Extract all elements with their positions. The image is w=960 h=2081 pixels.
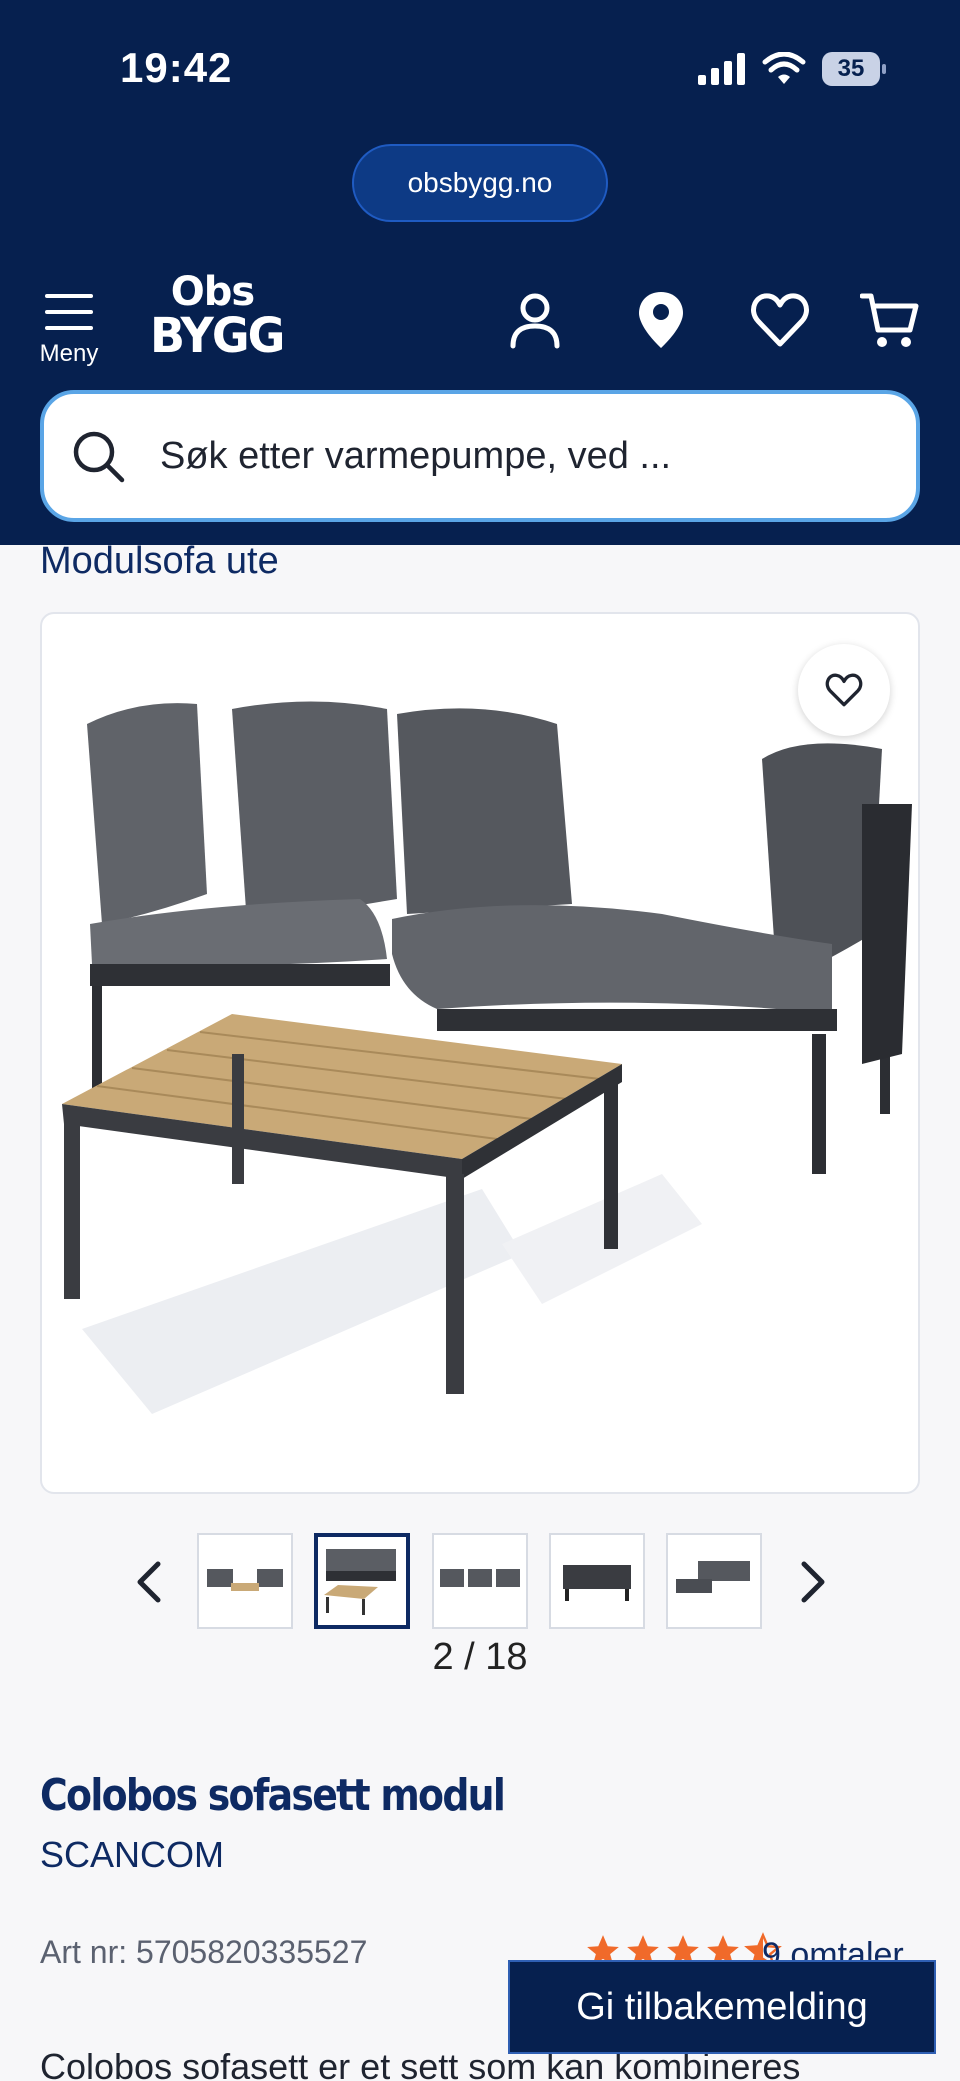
product-image-gallery[interactable] bbox=[40, 612, 920, 1494]
feedback-button[interactable]: Gi tilbakemelding bbox=[508, 1960, 936, 2054]
thumbnail-3[interactable] bbox=[432, 1533, 528, 1629]
user-icon[interactable] bbox=[505, 290, 565, 350]
article-number: Art nr: 5705820335527 bbox=[40, 1934, 368, 1970]
cart-icon[interactable] bbox=[860, 290, 920, 350]
thumbnail-image bbox=[207, 1569, 283, 1591]
location-pin-icon[interactable] bbox=[631, 290, 691, 350]
thumbnail-4[interactable] bbox=[549, 1533, 645, 1629]
wifi-icon bbox=[762, 52, 806, 84]
thumbnail-image bbox=[563, 1565, 631, 1601]
product-title: Colobos sofasett modul bbox=[40, 1770, 506, 1821]
menu-button[interactable]: Meny bbox=[38, 290, 100, 368]
site-header: 19:42 35 obsbygg.no Meny Obs BYGG bbox=[0, 0, 960, 545]
thumbnail-image bbox=[324, 1549, 396, 1615]
heart-icon bbox=[825, 673, 863, 707]
search-bar[interactable] bbox=[40, 390, 920, 522]
thumbnail-2[interactable] bbox=[314, 1533, 410, 1629]
product-brand[interactable]: SCANCOM bbox=[40, 1834, 224, 1876]
thumbnail-image bbox=[676, 1561, 750, 1593]
logo-line2: BYGG bbox=[150, 306, 285, 364]
thumbnail-1[interactable] bbox=[197, 1533, 293, 1629]
chevron-right-icon[interactable] bbox=[792, 1558, 832, 1606]
search-icon bbox=[73, 431, 125, 483]
product-image bbox=[62, 701, 912, 1414]
url-bar[interactable]: obsbygg.no bbox=[352, 144, 608, 222]
obs-bygg-logo[interactable]: Obs BYGG bbox=[150, 272, 285, 364]
hamburger-icon bbox=[45, 294, 93, 330]
chevron-left-icon[interactable] bbox=[130, 1558, 170, 1606]
thumbnail-image bbox=[440, 1569, 520, 1587]
menu-label: Meny bbox=[39, 340, 99, 367]
heart-icon[interactable] bbox=[750, 290, 810, 350]
image-counter: 2 / 18 bbox=[432, 1636, 528, 1678]
status-time: 19:42 bbox=[120, 44, 233, 91]
thumbnail-carousel bbox=[0, 1532, 960, 1632]
search-input[interactable] bbox=[160, 434, 860, 478]
thumbnail-5[interactable] bbox=[666, 1533, 762, 1629]
battery-icon: 35 bbox=[822, 52, 886, 86]
signal-icon bbox=[698, 53, 745, 85]
breadcrumb[interactable]: Modulsofa ute bbox=[40, 540, 279, 583]
favorite-button[interactable] bbox=[798, 644, 890, 736]
status-icons: 35 bbox=[698, 52, 886, 86]
